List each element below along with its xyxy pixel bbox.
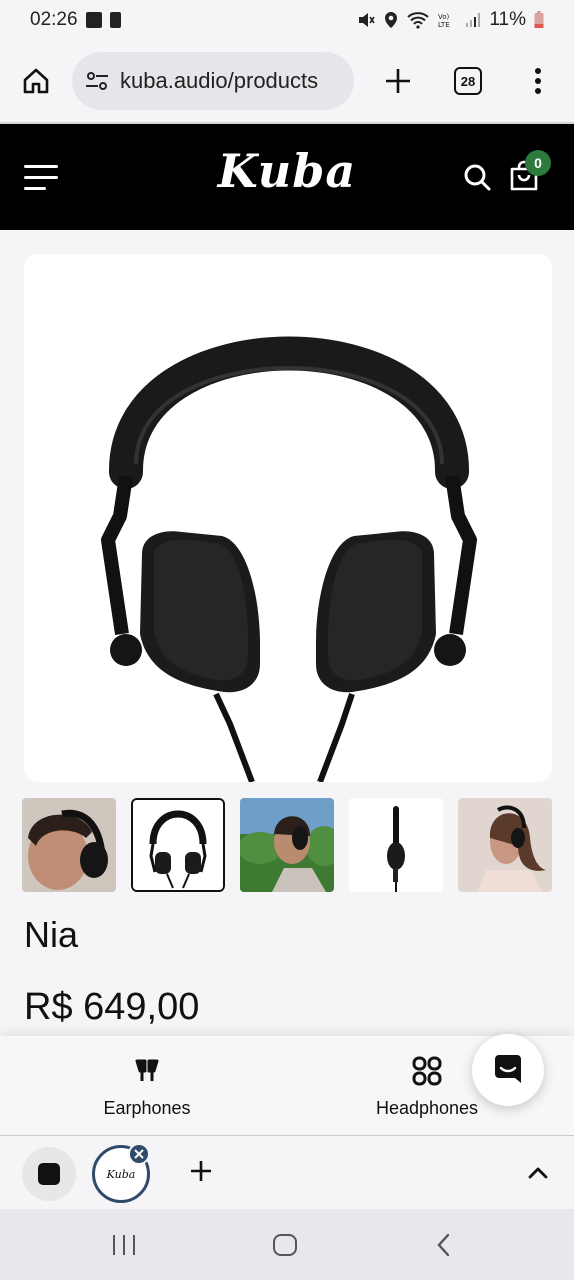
thumbnail-photo-outdoor [240, 798, 334, 892]
recents-icon[interactable] [112, 1234, 136, 1256]
thumbnail-1[interactable] [22, 798, 116, 892]
volte-icon: Vo)LTE [438, 13, 450, 29]
site-header: Kuba [0, 124, 574, 230]
search-icon[interactable] [463, 163, 491, 191]
earphones-label: Earphones [103, 1098, 191, 1118]
add-tab-button[interactable] [189, 1155, 213, 1189]
headphones-label: Headphones [375, 1098, 479, 1118]
headphones-image [101, 336, 477, 782]
chat-button[interactable] [472, 1034, 544, 1106]
signal-icon [466, 13, 481, 27]
browser-menu-button[interactable] [528, 61, 548, 101]
grid-icon [412, 1056, 442, 1086]
browser-toolbar: kuba.audio/products 28 [0, 40, 574, 122]
address-bar[interactable]: kuba.audio/products [72, 52, 354, 110]
location-icon [385, 12, 398, 28]
tab-1[interactable] [22, 1147, 76, 1201]
home-nav-icon[interactable] [272, 1233, 298, 1257]
browser-tab-strip: Kuba [0, 1137, 574, 1209]
close-tab-icon[interactable] [128, 1143, 150, 1165]
thumbnail-3[interactable] [240, 798, 334, 892]
thumbnail-headphones [133, 800, 223, 890]
back-icon[interactable] [436, 1233, 452, 1257]
thumbnail-photo-woman [458, 798, 552, 892]
plus-icon [191, 1161, 211, 1181]
svg-text:LTE: LTE [438, 21, 450, 29]
mute-icon [359, 13, 376, 27]
new-tab-button[interactable] [378, 61, 418, 101]
wifi-icon [407, 12, 430, 29]
earphones-icon [135, 1059, 159, 1081]
thumbnail-5[interactable] [458, 798, 552, 892]
thumbnail-2-selected[interactable] [131, 798, 225, 892]
site-settings-icon[interactable] [84, 68, 110, 94]
url-text: kuba.audio/products [120, 68, 319, 93]
thumbnail-4[interactable] [349, 798, 443, 892]
thumbnail-photo-man [22, 798, 116, 892]
tab-1-favicon [38, 1163, 60, 1185]
tab-switcher-button[interactable]: 28 [454, 67, 482, 95]
status-time: 02:26 [30, 9, 78, 30]
cart-count-badge: 0 [525, 150, 551, 176]
product-main-image[interactable] [24, 254, 552, 782]
alert-icon [109, 12, 121, 28]
battery-icon [534, 11, 544, 28]
battery-percent: 11% [489, 9, 526, 30]
chat-icon [495, 1055, 521, 1083]
thumbnail-headphones-side [349, 798, 443, 892]
chevron-up-icon[interactable] [526, 1161, 550, 1185]
product-price: R$ 649,00 [24, 986, 200, 1028]
plus-icon [386, 69, 410, 93]
system-navigation-bar [0, 1209, 574, 1280]
status-bar: 02:26 Vo) LTE 11% [0, 0, 574, 40]
thumbnail-gallery [22, 798, 552, 892]
svg-text:Vo): Vo) [438, 13, 450, 21]
product-name: Nia [24, 914, 79, 955]
gallery-icon [85, 12, 102, 28]
category-earphones[interactable]: Earphones [67, 1054, 227, 1119]
home-icon [23, 68, 49, 94]
home-button[interactable] [14, 59, 58, 103]
